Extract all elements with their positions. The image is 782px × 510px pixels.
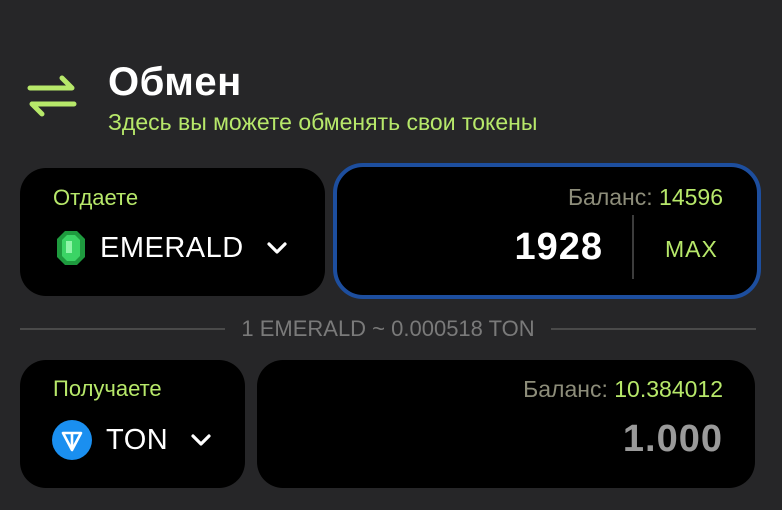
page-title: Обмен (108, 60, 242, 104)
give-balance-value: 14596 (659, 184, 723, 210)
give-token-card: Отдаете EMERALD (20, 168, 325, 296)
get-token-selector[interactable]: TON (52, 420, 212, 460)
rate-divider-left (20, 328, 226, 330)
emerald-gem-icon (57, 231, 85, 265)
rate-text: 1 EMERALD ~ 0.000518 TON (241, 316, 535, 341)
rate-divider-right (550, 328, 757, 330)
exchange-rate: 1 EMERALD ~ 0.000518 TON (20, 314, 757, 344)
chevron-down-icon (191, 434, 211, 446)
get-token-name: TON (106, 423, 169, 456)
give-token-selector[interactable]: EMERALD (56, 230, 288, 266)
give-amount-card: Баланс: 14596 1928 MAX (333, 163, 761, 299)
get-balance-label: Баланс: (523, 376, 608, 402)
swap-arrows-icon (27, 75, 77, 117)
page-header: Обмен Здесь вы можете обменять свои токе… (26, 56, 766, 146)
give-balance: Баланс: 14596 (568, 184, 723, 211)
get-balance: Баланс: 10.384012 (523, 376, 723, 403)
get-label: Получаете (53, 376, 162, 401)
get-amount-card: Баланс: 10.384012 1.000 (257, 360, 755, 488)
amount-divider (632, 215, 634, 279)
get-amount-output: 1.000 (622, 418, 723, 460)
max-button[interactable]: MAX (665, 236, 718, 263)
ton-logo-icon (52, 420, 92, 460)
get-token-card: Получаете TON (20, 360, 245, 488)
chevron-down-icon (267, 242, 287, 254)
give-balance-label: Баланс: (567, 184, 653, 210)
give-amount-input[interactable]: 1928 (514, 226, 603, 269)
give-token-name: EMERALD (100, 231, 244, 264)
give-label: Отдаете (53, 185, 139, 210)
page-subtitle: Здесь вы можете обменять свои токены (108, 109, 538, 135)
get-balance-value: 10.384012 (614, 376, 723, 402)
